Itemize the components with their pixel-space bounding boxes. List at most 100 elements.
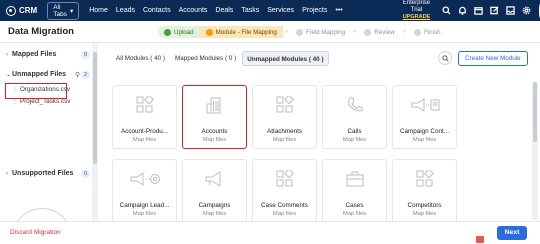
unsupported-files-section[interactable]: › Unsupported Files 0 <box>6 169 90 178</box>
step-finish: Finish <box>408 26 447 38</box>
campaign-contact-icon <box>411 98 439 112</box>
module-card-case-comments[interactable]: Case Comments Map files <box>252 159 317 223</box>
module-card-calls[interactable]: Calls Map files <box>322 85 387 149</box>
mapped-files-section[interactable]: › Mapped Files 0 <box>6 50 90 59</box>
tab-all-modules[interactable]: All Modules ( 40 ) <box>112 51 169 66</box>
inbox-icon[interactable] <box>506 6 515 15</box>
footer-bar: Discard Migration Next <box>0 221 540 244</box>
compose-icon[interactable] <box>490 6 499 15</box>
module-name: Competitors <box>407 202 442 209</box>
pending-step-icon <box>296 28 304 36</box>
briefcase-icon <box>346 171 363 187</box>
create-new-module-button[interactable]: Create New Module <box>458 51 528 66</box>
selected-file-highlight <box>5 83 67 99</box>
nav-item-leads[interactable]: Leads <box>116 7 135 14</box>
nav-item-contacts[interactable]: Contacts <box>143 7 171 14</box>
map-files-link[interactable]: Map files <box>113 211 176 217</box>
grid-blocks-icon <box>416 170 434 187</box>
step-label: Upload <box>174 28 194 36</box>
unsupported-files-label: Unsupported Files <box>12 170 74 177</box>
map-files-link[interactable]: Map files <box>183 137 246 143</box>
migration-stepper: Upload Module - File Mapping » Field Map… <box>158 26 447 38</box>
unmapped-files-section[interactable]: ⌄ Unmapped Files ⚲ 2 <box>6 70 90 79</box>
step-upload[interactable]: Upload <box>158 26 200 38</box>
file-sidebar: › Mapped Files 0 ⌄ Unmapped Files ⚲ 2 ⋮ … <box>0 43 93 221</box>
map-files-link[interactable]: Map files <box>183 211 246 217</box>
step-label: Field Mapping <box>306 28 346 36</box>
map-files-link[interactable]: Map files <box>393 137 456 143</box>
tab-mapped-modules[interactable]: Mapped Modules ( 0 ) <box>171 51 240 66</box>
nav-item-accounts[interactable]: Accounts <box>179 7 208 14</box>
step-separator-icon: » <box>402 29 407 35</box>
unmapped-files-label: Unmapped Files <box>12 71 67 78</box>
step-label: Finish <box>424 28 441 36</box>
pending-step-icon <box>364 28 372 36</box>
top-nav-bar: CRM All Tabs ▾ Home Leads Contacts Accou… <box>0 0 540 21</box>
grid-blocks-icon <box>136 96 154 113</box>
module-search-button[interactable] <box>438 51 452 65</box>
module-card-attachments[interactable]: Attachments Map files <box>252 85 317 149</box>
map-files-link[interactable]: Map files <box>323 211 386 217</box>
discard-migration-link[interactable]: Discard Migration <box>10 229 61 236</box>
module-card-campaign-contacts[interactable]: Campaign Cont... Map files <box>392 85 457 149</box>
search-icon[interactable]: ⚲ <box>75 71 80 79</box>
mapped-files-label: Mapped Files <box>12 51 57 58</box>
step-label: Review <box>374 28 395 36</box>
module-name: Attachments <box>267 128 302 135</box>
nav-more-button[interactable]: ••• <box>335 7 342 14</box>
module-name: Campaign Lead... <box>119 202 170 209</box>
module-name: Campaigns <box>198 202 231 209</box>
next-button[interactable]: Next <box>497 226 527 240</box>
notification-icon[interactable] <box>476 236 484 243</box>
file-drag-icon: ⋮ <box>12 99 18 105</box>
search-icon[interactable] <box>442 6 451 15</box>
module-card-campaign-leads[interactable]: Campaign Lead... Map files <box>112 159 177 223</box>
gear-icon[interactable] <box>522 6 531 15</box>
calendar-icon[interactable] <box>474 6 483 15</box>
module-card-campaigns[interactable]: Campaigns Map files <box>182 159 247 223</box>
page-title: Data Migration <box>8 26 74 37</box>
step-separator-icon: » <box>284 29 289 35</box>
map-files-link[interactable]: Map files <box>253 211 316 217</box>
module-card-competitors[interactable]: Competitors Map files <box>392 159 457 223</box>
phone-icon <box>347 97 362 112</box>
main-scroll-thumb[interactable] <box>533 82 537 142</box>
crm-logo[interactable]: CRM <box>6 5 37 16</box>
pending-step-icon <box>414 28 422 36</box>
grid-blocks-icon <box>276 96 294 113</box>
crm-logo-icon <box>6 5 16 16</box>
mapped-files-count: 0 <box>80 50 90 59</box>
nav-item-projects[interactable]: Projects <box>302 7 327 14</box>
unsupported-files-count: 0 <box>80 169 90 178</box>
step-separator-icon: » <box>353 29 357 35</box>
map-files-link[interactable]: Map files <box>113 137 176 143</box>
module-card-cases[interactable]: Cases Map files <box>322 159 387 223</box>
campaign-lead-icon <box>130 172 160 186</box>
module-name: Cases <box>345 202 364 209</box>
all-tabs-button[interactable]: All Tabs ▾ <box>47 1 80 20</box>
module-card-accounts[interactable]: Accounts Map files <box>182 85 247 149</box>
nav-item-tasks[interactable]: Tasks <box>241 7 259 14</box>
tab-unmapped-modules[interactable]: Unmapped Modules ( 40 ) <box>242 51 329 66</box>
nav-item-deals[interactable]: Deals <box>215 7 233 14</box>
map-files-link[interactable]: Map files <box>323 137 386 143</box>
current-step-icon <box>205 28 213 36</box>
sidebar-scroll-thumb[interactable] <box>93 52 97 164</box>
all-tabs-label: All Tabs <box>53 3 67 18</box>
module-card-account-products[interactable]: Account-Produ... Map files <box>112 85 177 149</box>
file-item-project-tasks[interactable]: ⋮ Project_Tasks.csv <box>12 98 70 105</box>
module-name: Account-Produ... <box>121 128 168 135</box>
step-module-file-mapping[interactable]: Module - File Mapping <box>199 26 283 38</box>
module-name: Campaign Cont... <box>399 128 449 135</box>
chevron-down-icon: ▾ <box>69 7 74 15</box>
map-files-link[interactable]: Map files <box>393 211 456 217</box>
map-files-link[interactable]: Map files <box>253 137 316 143</box>
upgrade-link[interactable]: UPGRADE <box>403 14 431 21</box>
bell-icon[interactable] <box>458 6 467 15</box>
nav-item-home[interactable]: Home <box>89 7 108 14</box>
page-header: Data Migration Upload Module - File Mapp… <box>0 21 540 43</box>
building-icon <box>206 97 220 114</box>
step-field-mapping: Field Mapping <box>290 26 351 38</box>
nav-item-services[interactable]: Services <box>267 7 294 14</box>
megaphone-icon <box>205 171 220 187</box>
